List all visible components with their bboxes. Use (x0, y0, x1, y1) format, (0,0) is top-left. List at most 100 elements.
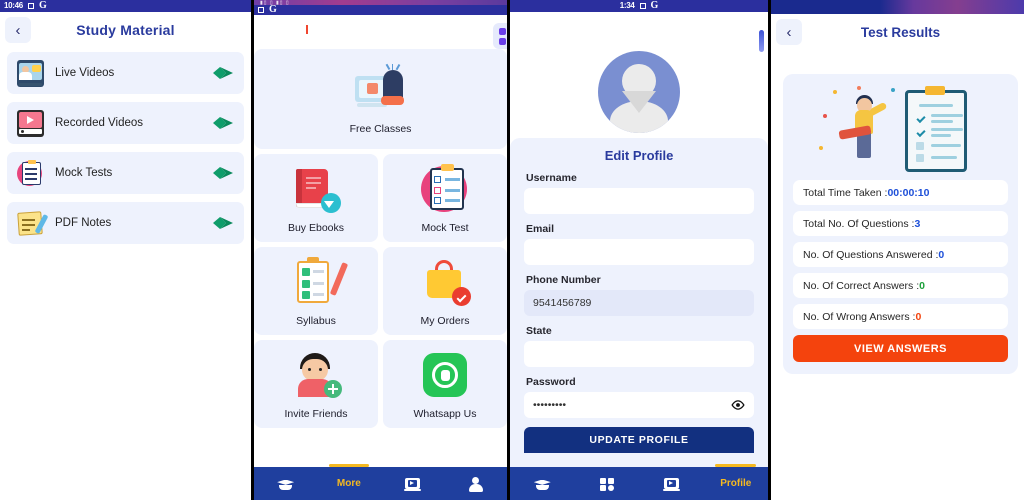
back-button[interactable]: ‹ (5, 17, 31, 43)
row-value: 00:00:10 (887, 186, 930, 199)
username-field[interactable] (524, 188, 754, 214)
eye-icon[interactable] (731, 398, 745, 412)
page-title: Study Material (76, 22, 175, 38)
nav-item-videos[interactable] (639, 467, 704, 500)
nav-item-profile[interactable]: Profile (704, 464, 769, 500)
nav-item-videos[interactable] (381, 467, 444, 500)
password-label: Password (526, 376, 576, 388)
status-bar-time: 1:34 (619, 1, 635, 10)
nav-item-profile[interactable] (444, 467, 507, 500)
tile-label: Whatsapp Us (413, 407, 477, 420)
row-label: No. Of Questions Answered : (803, 248, 939, 261)
list-item-label: Mock Tests (55, 167, 113, 179)
recorded-video-icon (17, 109, 44, 137)
orders-bag-icon (417, 256, 473, 308)
tile-free-classes[interactable]: Free Classes (254, 49, 507, 149)
row-value: 0 (915, 310, 922, 323)
bottom-nav: Profile (510, 464, 769, 500)
test-results-card: Total Time Taken : 00:00:10 Total No. Of… (783, 74, 1018, 374)
video-icon (662, 477, 680, 491)
tile-whatsapp-us[interactable]: Whatsapp Us (383, 340, 507, 428)
list-item-mock-tests[interactable]: Mock Tests (7, 152, 244, 194)
list-item-label: Recorded Videos (55, 117, 144, 129)
avatar-section (510, 46, 768, 138)
nav-item-label: More (336, 478, 361, 489)
status-bar: G (254, 5, 507, 15)
tile-invite-friends[interactable]: Invite Friends (254, 340, 378, 428)
status-bar-time: 10:46 (4, 1, 23, 10)
row-value: 0 (938, 248, 945, 261)
list-item-recorded-videos[interactable]: Recorded Videos (7, 102, 244, 144)
invite-friend-icon (288, 349, 344, 401)
tile-buy-ebooks[interactable]: Buy Ebooks (254, 154, 378, 242)
table-row-correct-answers: No. Of Correct Answers : 0 (793, 273, 1008, 298)
state-label: State (526, 325, 552, 337)
syllabus-icon (288, 256, 349, 308)
square-icon (639, 3, 646, 9)
tile-row: Buy Ebooks Mock Test (254, 154, 507, 242)
panel-study-material: 10:46 G ‹ Study Material Live Videos Rec… (0, 0, 251, 500)
list-item-pdf-notes[interactable]: PDF Notes (7, 202, 244, 244)
scrollbar-thumb[interactable] (759, 30, 764, 52)
status-bar: 10:46 G (0, 0, 251, 12)
tile-mock-test[interactable]: Mock Test (383, 154, 507, 242)
update-profile-button[interactable]: UPDATE PROFILE (524, 427, 754, 453)
study-material-list: Live Videos Recorded Videos Mock Tests P… (0, 48, 251, 244)
nav-item-courses[interactable] (254, 467, 317, 500)
video-icon (403, 477, 421, 491)
chevron-right-icon[interactable] (212, 116, 234, 130)
email-label: Email (526, 223, 555, 235)
chevron-right-icon[interactable] (212, 166, 234, 180)
page-header (510, 12, 768, 52)
page-header: ‹ Study Material (0, 12, 251, 48)
table-row-wrong-answers: No. Of Wrong Answers : 0 (793, 304, 1008, 329)
clipboard-test-icon (17, 159, 44, 187)
active-indicator (328, 464, 370, 467)
status-bar (771, 0, 1024, 14)
form-title: Edit Profile (604, 148, 674, 163)
tile-label: My Orders (420, 314, 470, 327)
tile-label: Syllabus (296, 314, 336, 327)
grid-apps-icon (598, 477, 615, 492)
ebook-download-icon (288, 163, 344, 215)
list-item-label: Live Videos (55, 67, 115, 79)
view-answers-button[interactable]: VIEW ANSWERS (793, 335, 1008, 362)
table-row-questions-answered: No. Of Questions Answered : 0 (793, 242, 1008, 267)
row-value: 3 (914, 217, 921, 230)
tile-syllabus[interactable]: Syllabus (254, 247, 378, 335)
page-title: Test Results (860, 24, 941, 40)
tile-label: Invite Friends (284, 407, 348, 420)
chevron-right-icon[interactable] (212, 216, 234, 230)
list-item-label: PDF Notes (55, 217, 112, 229)
default-avatar-icon[interactable] (598, 51, 680, 133)
overlay-status-strip: ▮▯ ▯ ▮▯ ▯ (254, 0, 507, 6)
screenshot-stage: 10:46 G ‹ Study Material Live Videos Rec… (0, 0, 1024, 500)
active-indicator (715, 464, 757, 467)
grid-apps-icon[interactable] (493, 23, 507, 49)
nav-item-courses[interactable] (510, 467, 575, 500)
row-value: 0 (919, 279, 925, 292)
panel-home-grid: ▮▯ ▯ ▮▯ ▯ G Free Classes Buy Ebooks Mock… (254, 0, 507, 500)
table-row-total-time: Total Time Taken : 00:00:10 (793, 180, 1008, 205)
person-icon (467, 476, 484, 492)
whatsapp-icon (417, 349, 473, 401)
list-item-live-videos[interactable]: Live Videos (7, 52, 244, 94)
home-grid: Free Classes Buy Ebooks Mock Test Syllab… (254, 49, 507, 428)
password-field[interactable]: ••••••••• (524, 392, 754, 418)
email-field[interactable] (524, 239, 754, 265)
username-label: Username (526, 172, 577, 184)
row-label: No. Of Correct Answers : (803, 279, 920, 292)
state-field[interactable] (524, 341, 754, 367)
row-label: No. Of Wrong Answers : (803, 310, 916, 323)
password-value: ••••••••• (533, 399, 567, 411)
square-icon (258, 7, 264, 13)
phone-number-field[interactable]: 9541456789 (524, 290, 754, 316)
page-header (254, 15, 507, 49)
phone-number-label: Phone Number (526, 274, 601, 286)
nav-item-apps[interactable] (575, 467, 640, 500)
pdf-notes-icon (17, 210, 49, 237)
google-icon: G (650, 0, 659, 11)
chevron-right-icon[interactable] (212, 66, 234, 80)
nav-item-more[interactable]: More (317, 464, 380, 500)
tile-my-orders[interactable]: My Orders (383, 247, 507, 335)
